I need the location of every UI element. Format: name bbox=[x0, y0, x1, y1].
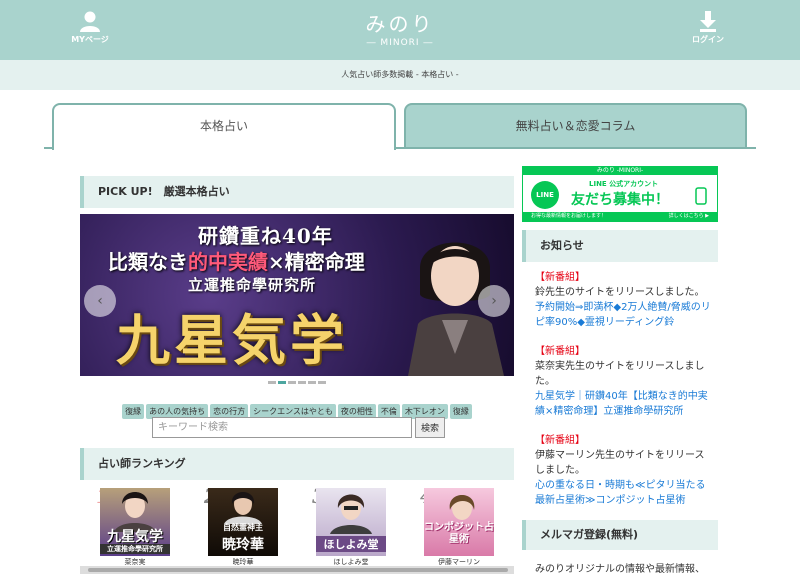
banner-line3: 立運推命學研究所 bbox=[188, 276, 317, 294]
slider-dot[interactable] bbox=[298, 381, 306, 384]
news-text: 鈴先生のサイトをリリースしました。 bbox=[535, 287, 705, 298]
site-header: MYページ みのり ― MINORI ― ログイン bbox=[0, 0, 800, 60]
pickup-banner[interactable]: 研鑽重ね40年 比類なき的中実績×精密命理 立運推命學研究所 九星気学 bbox=[80, 214, 514, 376]
mypage-label: MYページ bbox=[71, 35, 109, 44]
mailmag-text: みのりオリジナルの情報や最新情報、 bbox=[535, 564, 705, 575]
slider-dot[interactable] bbox=[268, 381, 276, 384]
mailmag-heading-text: メルマガ登録(無料) bbox=[540, 528, 639, 541]
news-link[interactable]: 予約開始⇒即満杯◆2万人絶賛/脅威のリピ率90%◆霊視リーディング鈴 bbox=[535, 300, 711, 330]
news-heading-text: お知らせ bbox=[540, 239, 584, 252]
tagline: 人気占い師多数掲載 - 本格占い - bbox=[341, 70, 459, 79]
tab-honkaku[interactable]: 本格占い bbox=[52, 103, 396, 150]
news-link[interactable]: 九星気学｜研鑽40年【比類なき的中実績×精密命理】立運推命學研究所 bbox=[535, 389, 711, 419]
tab-free-column[interactable]: 無料占い＆恋愛コラム bbox=[404, 103, 747, 148]
tag-chip[interactable]: 復縁 bbox=[122, 404, 145, 419]
smartphone-icon bbox=[695, 187, 707, 205]
ranking-image[interactable]: 自然霊神主 暁玲華 bbox=[208, 488, 278, 556]
tag-chip[interactable]: 復縁 bbox=[449, 404, 472, 419]
search-button[interactable]: 検索 bbox=[415, 417, 445, 438]
tagline-bar: 人気占い師多数掲載 - 本格占い - bbox=[0, 60, 800, 90]
news-text: 伊藤マーリン先生のサイトをリリースしました。 bbox=[535, 450, 705, 476]
banner-line2: 比類なき的中実績×精密命理 bbox=[108, 246, 365, 275]
ranking-scrollbar[interactable] bbox=[80, 566, 514, 574]
news-item: 【新番組】 菜奈実先生のサイトをリリースしました。 九星気学｜研鑽40年【比類な… bbox=[535, 344, 711, 419]
line-banner-main: 友だち募集中！ bbox=[571, 192, 669, 208]
slider-next-button[interactable]: › bbox=[478, 285, 510, 317]
slider-dot[interactable] bbox=[288, 381, 296, 384]
logo-sub: ― MINORI ― bbox=[366, 38, 434, 48]
download-arrow-icon bbox=[700, 11, 716, 32]
news-badge: 【新番組】 bbox=[535, 435, 585, 446]
line-icon: LINE bbox=[531, 181, 559, 209]
logo-main: みのり bbox=[365, 12, 435, 36]
news-link[interactable]: 心の重なる日・時期も≪ピタリ当たる最新占星術≫コンポジット占星術 bbox=[535, 478, 711, 508]
ranking-heading: 占い師ランキング bbox=[80, 448, 514, 480]
keyword-search-input[interactable] bbox=[152, 417, 412, 438]
line-banner-more-link[interactable]: 詳しくはこちら ▶ bbox=[669, 212, 709, 221]
line-banner-bottom-left: お得な最新情報をお届けします！ bbox=[531, 213, 607, 219]
login-label: ログイン bbox=[692, 35, 724, 44]
news-heading: お知らせ bbox=[522, 230, 718, 262]
pickup-heading: PICK UP! 厳選本格占い bbox=[80, 176, 514, 208]
tag-list: 復縁 あの人の気持ち 恋の行方 シークエンスはやとも 夜の相性 不倫 木下レオン 復縁 bbox=[80, 399, 514, 419]
site-logo[interactable]: みのり ― MINORI ― bbox=[330, 8, 470, 48]
news-badge: 【新番組】 bbox=[535, 272, 585, 283]
user-icon bbox=[80, 11, 100, 32]
slider-dots bbox=[268, 381, 328, 387]
banner-line1: 研鑽重ね40年 bbox=[198, 224, 333, 248]
login-button[interactable]: ログイン bbox=[678, 10, 738, 45]
banner-line2-a: 比類なき bbox=[108, 250, 188, 274]
ranking-caption-sub: 立運推命學研究所 bbox=[100, 544, 170, 554]
ranking-caption-main: 暁玲華 bbox=[222, 537, 264, 553]
pickup-heading-text: PICK UP! 厳選本格占い bbox=[98, 185, 230, 198]
banner-line4: 九星気学 bbox=[116, 308, 348, 372]
ranking-scroll-thumb[interactable] bbox=[88, 568, 508, 572]
mypage-button[interactable]: MYページ bbox=[60, 10, 120, 45]
slider-dot[interactable] bbox=[308, 381, 316, 384]
ranking-caption-main: ほしよみ堂 bbox=[316, 536, 386, 552]
ranking-caption-main: 九星気学 bbox=[107, 529, 163, 545]
ranking-caption-sub: 自然霊神主 bbox=[223, 522, 263, 532]
line-friend-banner[interactable]: みのり -MINORI- LINE LINE 公式アカウント 友だち募集中！ お… bbox=[522, 166, 718, 222]
mailmag-heading: メルマガ登録(無料) bbox=[522, 520, 718, 550]
ranking-image[interactable]: コンポジット占星術 bbox=[424, 488, 494, 556]
line-banner-bottom: お得な最新情報をお届けします！ 詳しくはこちら ▶ bbox=[523, 212, 717, 221]
line-banner-sub: LINE 公式アカウント bbox=[589, 180, 659, 188]
line-banner-top: みのり -MINORI- bbox=[523, 167, 717, 175]
ranking-image[interactable]: ほしよみ堂 bbox=[316, 488, 386, 556]
news-item: 【新番組】 鈴先生のサイトをリリースしました。 予約開始⇒即満杯◆2万人絶賛/脅… bbox=[535, 270, 711, 330]
ranking-caption-main: コンポジット占星術 bbox=[424, 522, 494, 545]
slider-prev-button[interactable]: ‹ bbox=[84, 285, 116, 317]
banner-line2-c: ×精密命理 bbox=[268, 250, 365, 274]
slider-dot[interactable] bbox=[318, 381, 326, 384]
news-item: 【新番組】 伊藤マーリン先生のサイトをリリースしました。 心の重なる日・時期も≪… bbox=[535, 433, 711, 508]
ranking-heading-text: 占い師ランキング bbox=[98, 457, 186, 470]
ranking-image[interactable]: 九星気学 立運推命學研究所 bbox=[100, 488, 170, 556]
slider-dot[interactable] bbox=[278, 381, 286, 384]
news-badge: 【新番組】 bbox=[535, 346, 585, 357]
banner-line2-b: 的中実績 bbox=[188, 250, 268, 274]
news-text: 菜奈実先生のサイトをリリースしました。 bbox=[535, 361, 705, 387]
